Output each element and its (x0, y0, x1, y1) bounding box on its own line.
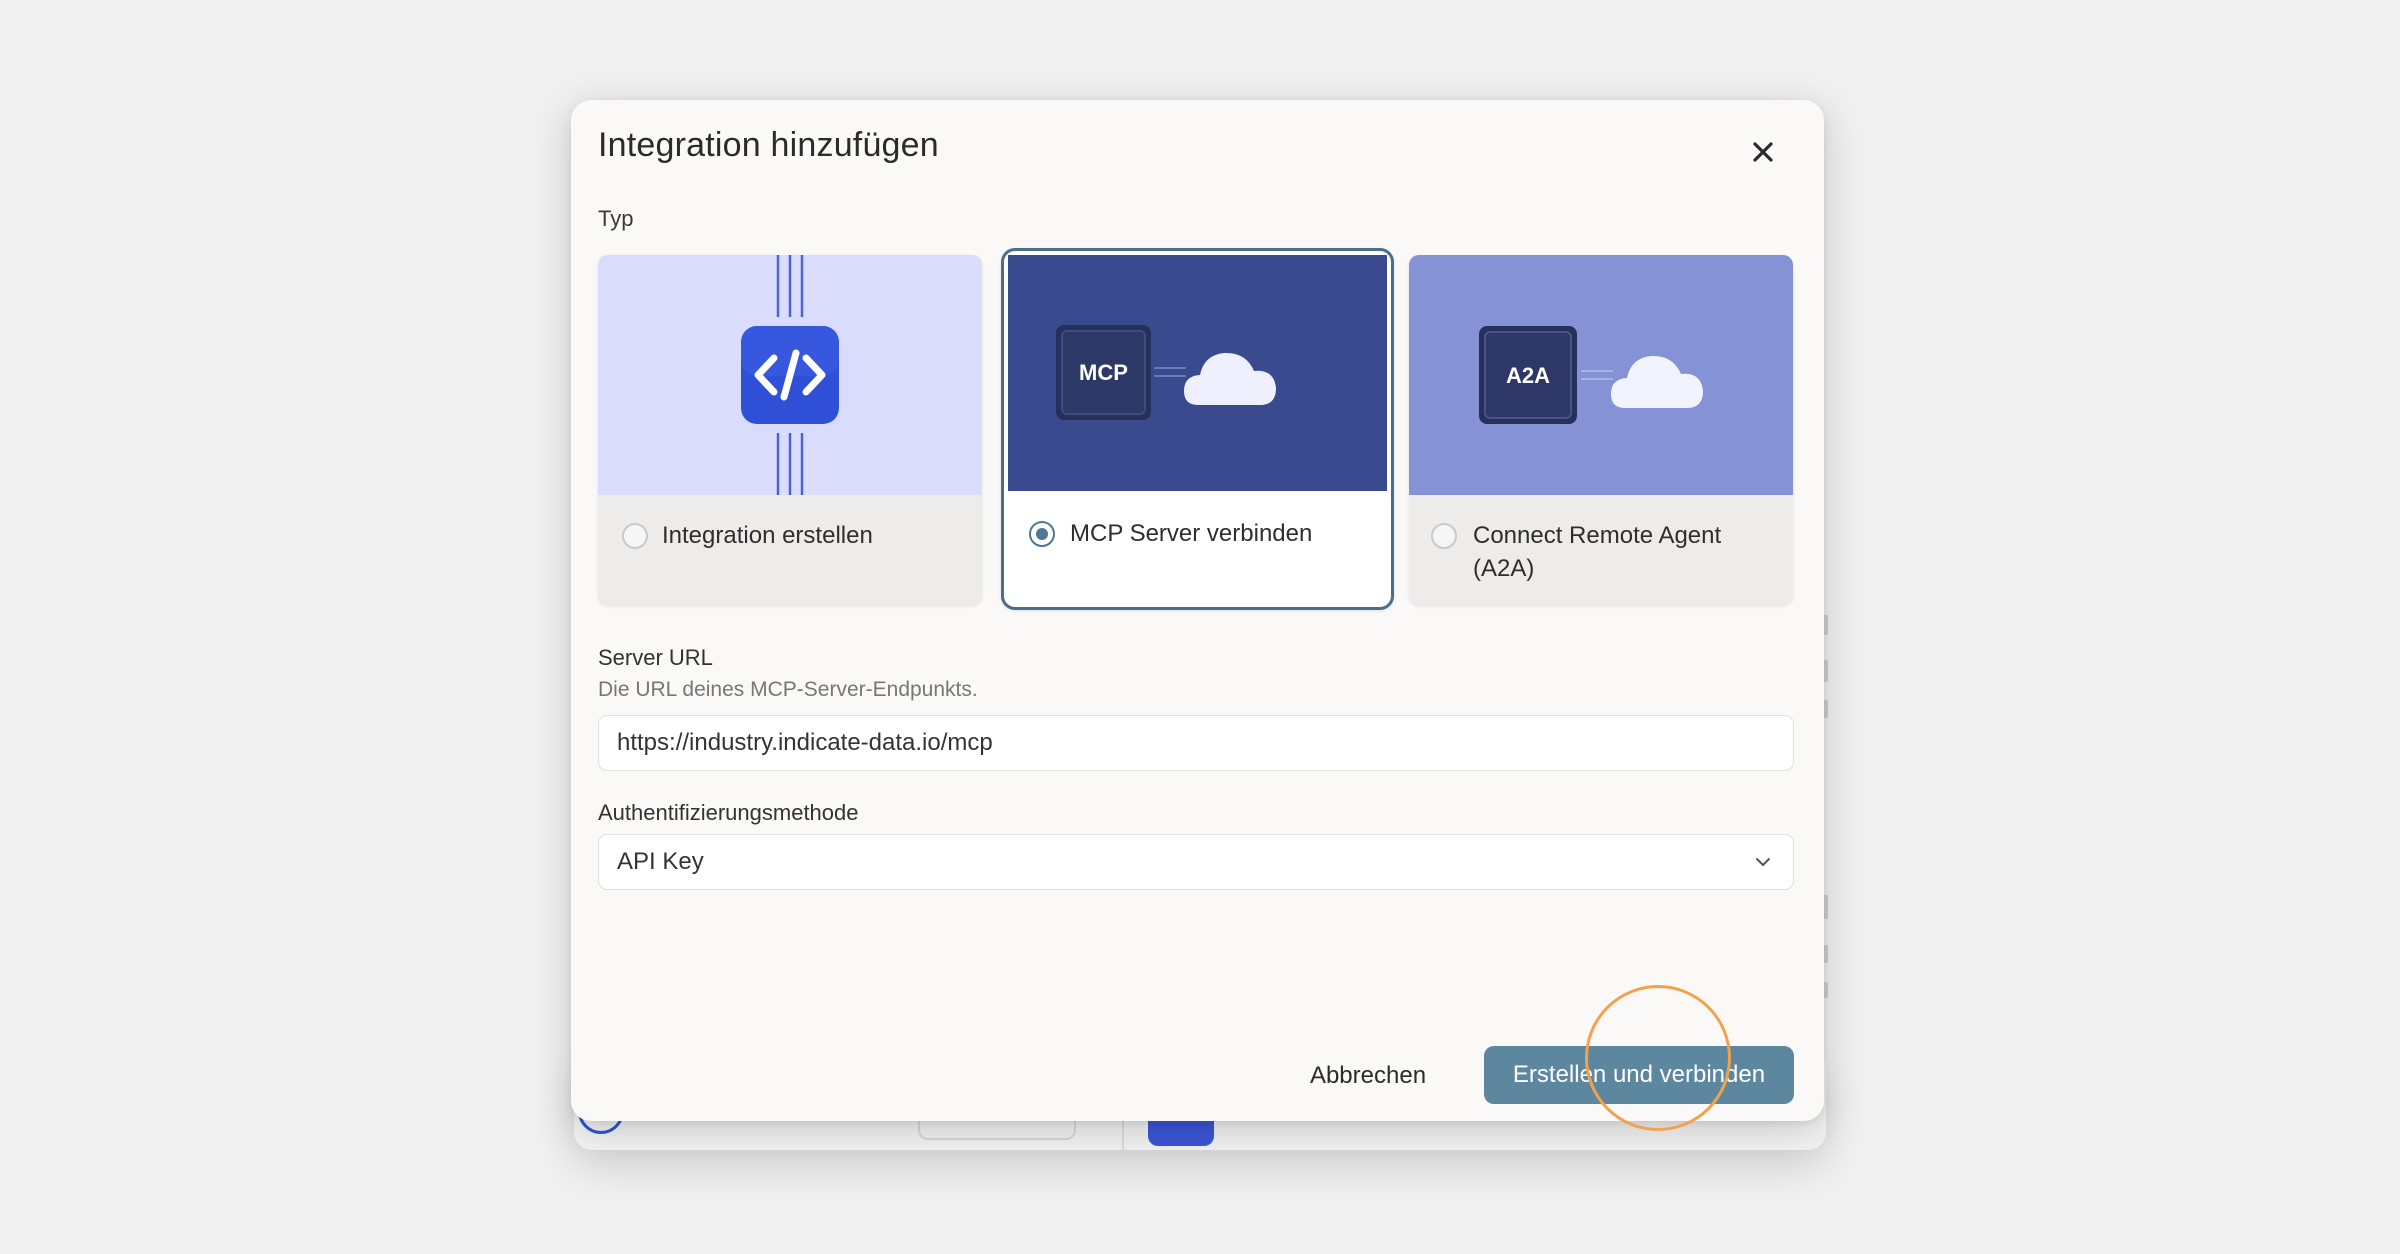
type-option-create-integration[interactable]: Integration erstellen (598, 255, 982, 605)
add-integration-dialog: Integration hinzufügen Typ Integration e… (571, 100, 1824, 1121)
option-label: Connect Remote Agent (A2A) (1473, 522, 1722, 582)
a2a-agent-illustration: A2A (1409, 255, 1793, 495)
option-label: MCP Server verbinden (1070, 520, 1313, 547)
mcp-server-illustration: MCP (1008, 255, 1387, 491)
server-url-help-text: Die URL deines MCP-Server-Endpunkts. (598, 678, 978, 701)
radio-mcp-server[interactable] (1029, 521, 1055, 547)
cancel-button[interactable]: Abbrechen (1289, 1045, 1447, 1105)
auth-method-label: Authentifizierungsmethode (598, 800, 859, 825)
mcp-chip-label: MCP (1079, 360, 1128, 385)
auth-method-value: API Key (617, 848, 704, 875)
radio-create-integration[interactable] (622, 523, 648, 549)
create-and-connect-button[interactable]: Erstellen und verbinden (1484, 1046, 1794, 1104)
chevron-down-icon (1756, 858, 1770, 866)
type-option-mcp-server[interactable]: MCP MCP Server verbinden (1001, 248, 1394, 610)
dialog-title: Integration hinzufügen (598, 126, 939, 164)
type-label: Typ (598, 206, 634, 231)
option-label: Integration erstellen (662, 522, 873, 549)
auth-method-select[interactable]: API Key (598, 834, 1794, 890)
close-icon[interactable] (1748, 137, 1778, 167)
code-brackets-icon (598, 255, 982, 495)
type-option-remote-agent[interactable]: A2A Connect Remote Agent (A2A) (1409, 255, 1793, 605)
server-url-input[interactable] (598, 715, 1794, 771)
radio-remote-agent[interactable] (1431, 523, 1457, 549)
a2a-chip-label: A2A (1506, 363, 1550, 388)
server-url-label: Server URL (598, 645, 713, 670)
